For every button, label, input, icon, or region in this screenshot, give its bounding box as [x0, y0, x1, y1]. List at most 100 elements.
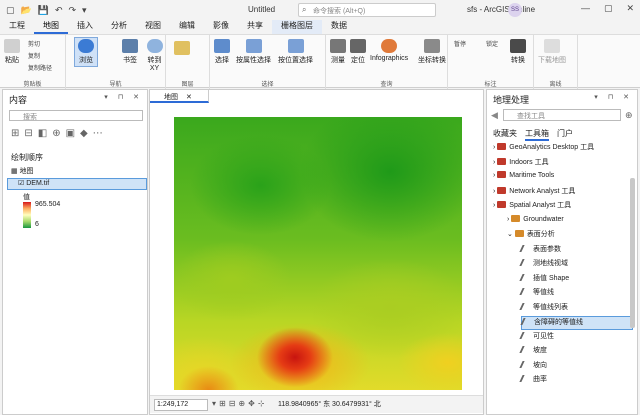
- explore-button[interactable]: 浏览: [74, 37, 98, 67]
- tab-portal[interactable]: 门户: [557, 128, 573, 141]
- ribbon-tabs: 工程 地图 插入 分析 视图 编辑 影像 共享 栅格图层 数据: [0, 20, 640, 34]
- tool-item[interactable]: 表面参数: [519, 244, 633, 258]
- tab-edit[interactable]: 编辑: [170, 20, 204, 34]
- map-node[interactable]: ▦ 地图: [11, 166, 34, 176]
- ribbon: 粘贴 剪切 复制 复制路径 剪贴板 浏览 书签 转到 XY 导航 图层 选择 按…: [0, 34, 640, 89]
- measure-button[interactable]: 测量: [330, 39, 346, 65]
- close-icon[interactable]: ✕: [626, 3, 634, 14]
- tool-item[interactable]: 坡度: [519, 345, 633, 359]
- project-label: sfs - ArcGIS Online: [467, 5, 536, 14]
- toolbox-item[interactable]: › Maritime Tools: [493, 171, 633, 185]
- infographics-icon: [381, 39, 398, 53]
- tab-insert[interactable]: 插入: [68, 20, 102, 34]
- add-data-button[interactable]: [174, 41, 190, 57]
- pane-controls[interactable]: ▾ ⊓ ✕: [104, 93, 143, 101]
- status-tools[interactable]: ▾⊞⊟⊕✥⊹: [212, 399, 268, 408]
- select-by-location-button[interactable]: 按位置选择: [278, 39, 313, 65]
- toolbox-item[interactable]: › Spatial Analyst 工具: [493, 200, 633, 214]
- select-by-attribute-button[interactable]: 按属性选择: [236, 39, 271, 65]
- map-view[interactable]: 地图 ✕: [149, 89, 484, 415]
- tab-project[interactable]: 工程: [0, 20, 34, 34]
- maximize-icon[interactable]: ▢: [604, 3, 613, 14]
- tab-toolboxes[interactable]: 工具箱: [525, 128, 549, 141]
- locate-button[interactable]: 定位: [350, 39, 366, 65]
- find-tools-input[interactable]: 查找工具: [503, 109, 621, 121]
- hammer-icon: [519, 375, 531, 382]
- checkbox-checked-icon[interactable]: ☑: [18, 180, 26, 187]
- scrollbar[interactable]: [630, 178, 635, 328]
- tool-item[interactable]: 曲率: [519, 374, 633, 388]
- contents-toolbar[interactable]: ⊞⊟◧⊕▣◆⋯: [11, 128, 108, 139]
- toolbox-item[interactable]: › Groundwater: [507, 214, 633, 229]
- layer-dem[interactable]: ☑ DEM.tif: [7, 178, 147, 190]
- toolbox-item[interactable]: › GeoAnalytics Desktop 工具: [493, 142, 633, 156]
- tab-view[interactable]: 视图: [136, 20, 170, 34]
- toolbox-icon: [497, 157, 507, 165]
- tool-item[interactable]: 等值线列表: [519, 302, 633, 316]
- coordinate-conversion-icon: [424, 39, 440, 53]
- back-icon[interactable]: ◀: [491, 110, 498, 121]
- customize-icon[interactable]: ▾: [82, 5, 87, 16]
- save-icon[interactable]: 💾: [38, 5, 49, 16]
- tool-item[interactable]: 坡向: [519, 360, 633, 374]
- selection-group-label: 选择: [261, 82, 274, 88]
- minimize-icon[interactable]: —: [581, 3, 590, 14]
- contents-search-input[interactable]: 搜索: [9, 110, 143, 121]
- select-button[interactable]: 选择: [214, 39, 230, 65]
- map-status-bar: 1:249,172 ▾⊞⊟⊕✥⊹ 118.9840965° 东 30.64799…: [150, 395, 483, 413]
- download-map-button[interactable]: 下载地图: [538, 39, 566, 65]
- navigate-group: 浏览 书签 转到 XY 导航: [66, 35, 166, 89]
- tool-item[interactable]: 等值线: [519, 287, 633, 301]
- hammer-icon: [519, 331, 531, 339]
- convert-icon: [510, 39, 526, 53]
- drawing-order-heading: 绘制顺序: [11, 153, 43, 162]
- infographics-button[interactable]: Infographics: [370, 39, 408, 62]
- copy-button[interactable]: 复制: [28, 51, 40, 60]
- geoprocessing-tabs: 收藏夹 工具箱 门户: [493, 128, 573, 141]
- tab-map[interactable]: 地图: [34, 20, 68, 34]
- goto-xy-icon: [146, 39, 163, 53]
- pause-button[interactable]: 暂停: [454, 39, 466, 48]
- coordinate-conversion-button[interactable]: 坐标转换: [418, 39, 446, 65]
- locate-icon: [350, 39, 366, 53]
- redo-icon[interactable]: ↷: [69, 5, 77, 16]
- expand-icon[interactable]: ⌄: [507, 231, 515, 238]
- add-icon[interactable]: ⊕: [625, 110, 633, 121]
- close-icon[interactable]: ✕: [186, 94, 192, 101]
- map-view-tab[interactable]: 地图 ✕: [150, 90, 209, 103]
- tab-raster-layer[interactable]: 栅格图层: [272, 20, 322, 34]
- convert-button[interactable]: 转换: [510, 39, 526, 65]
- legend-min: 6: [35, 221, 39, 228]
- lock-button[interactable]: 锁定: [486, 39, 498, 48]
- labeling-group-label: 标注: [484, 82, 497, 88]
- user-avatar[interactable]: SS: [508, 3, 522, 17]
- toolbox-item[interactable]: › Indoors 工具: [493, 157, 633, 171]
- undo-icon[interactable]: ↶: [55, 5, 63, 16]
- toolbox-item[interactable]: › Network Analyst 工具: [493, 186, 633, 200]
- open-icon[interactable]: 📂: [21, 5, 32, 16]
- hammer-icon: [519, 259, 531, 266]
- tab-imagery[interactable]: 影像: [204, 20, 238, 34]
- tab-favorites[interactable]: 收藏夹: [493, 128, 517, 141]
- cut-button[interactable]: 剪切: [28, 39, 40, 48]
- tool-item[interactable]: 可见性: [519, 331, 633, 345]
- tool-item[interactable]: 插值 Shape: [519, 273, 633, 287]
- offline-group-label: 离线: [549, 82, 562, 88]
- toolbox-icon: [497, 143, 507, 150]
- tab-data[interactable]: 数据: [322, 20, 356, 34]
- goto-xy-button[interactable]: 转到 XY: [144, 39, 165, 72]
- window-title: Untitled: [248, 5, 276, 14]
- paste-button[interactable]: 粘贴: [4, 39, 20, 65]
- tab-share[interactable]: 共享: [238, 20, 272, 34]
- tool-item[interactable]: 测地线视域: [519, 258, 633, 272]
- copy-path-button[interactable]: 复制路径: [28, 63, 52, 72]
- command-search-input[interactable]: ⌕ 命令搜索 (Alt+Q): [298, 3, 436, 17]
- scale-selector[interactable]: 1:249,172: [154, 399, 208, 411]
- tool-item[interactable]: 含障碍的等值线: [520, 316, 633, 330]
- toolbox-item[interactable]: ⌄ 表面分析: [507, 229, 633, 243]
- pane-controls[interactable]: ▾ ⊓ ✕: [594, 93, 633, 101]
- new-icon[interactable]: ▢: [6, 5, 15, 16]
- tab-analysis[interactable]: 分析: [102, 20, 136, 34]
- bookmark-button[interactable]: 书签: [122, 39, 138, 65]
- inquiry-group-label: 查询: [380, 82, 393, 88]
